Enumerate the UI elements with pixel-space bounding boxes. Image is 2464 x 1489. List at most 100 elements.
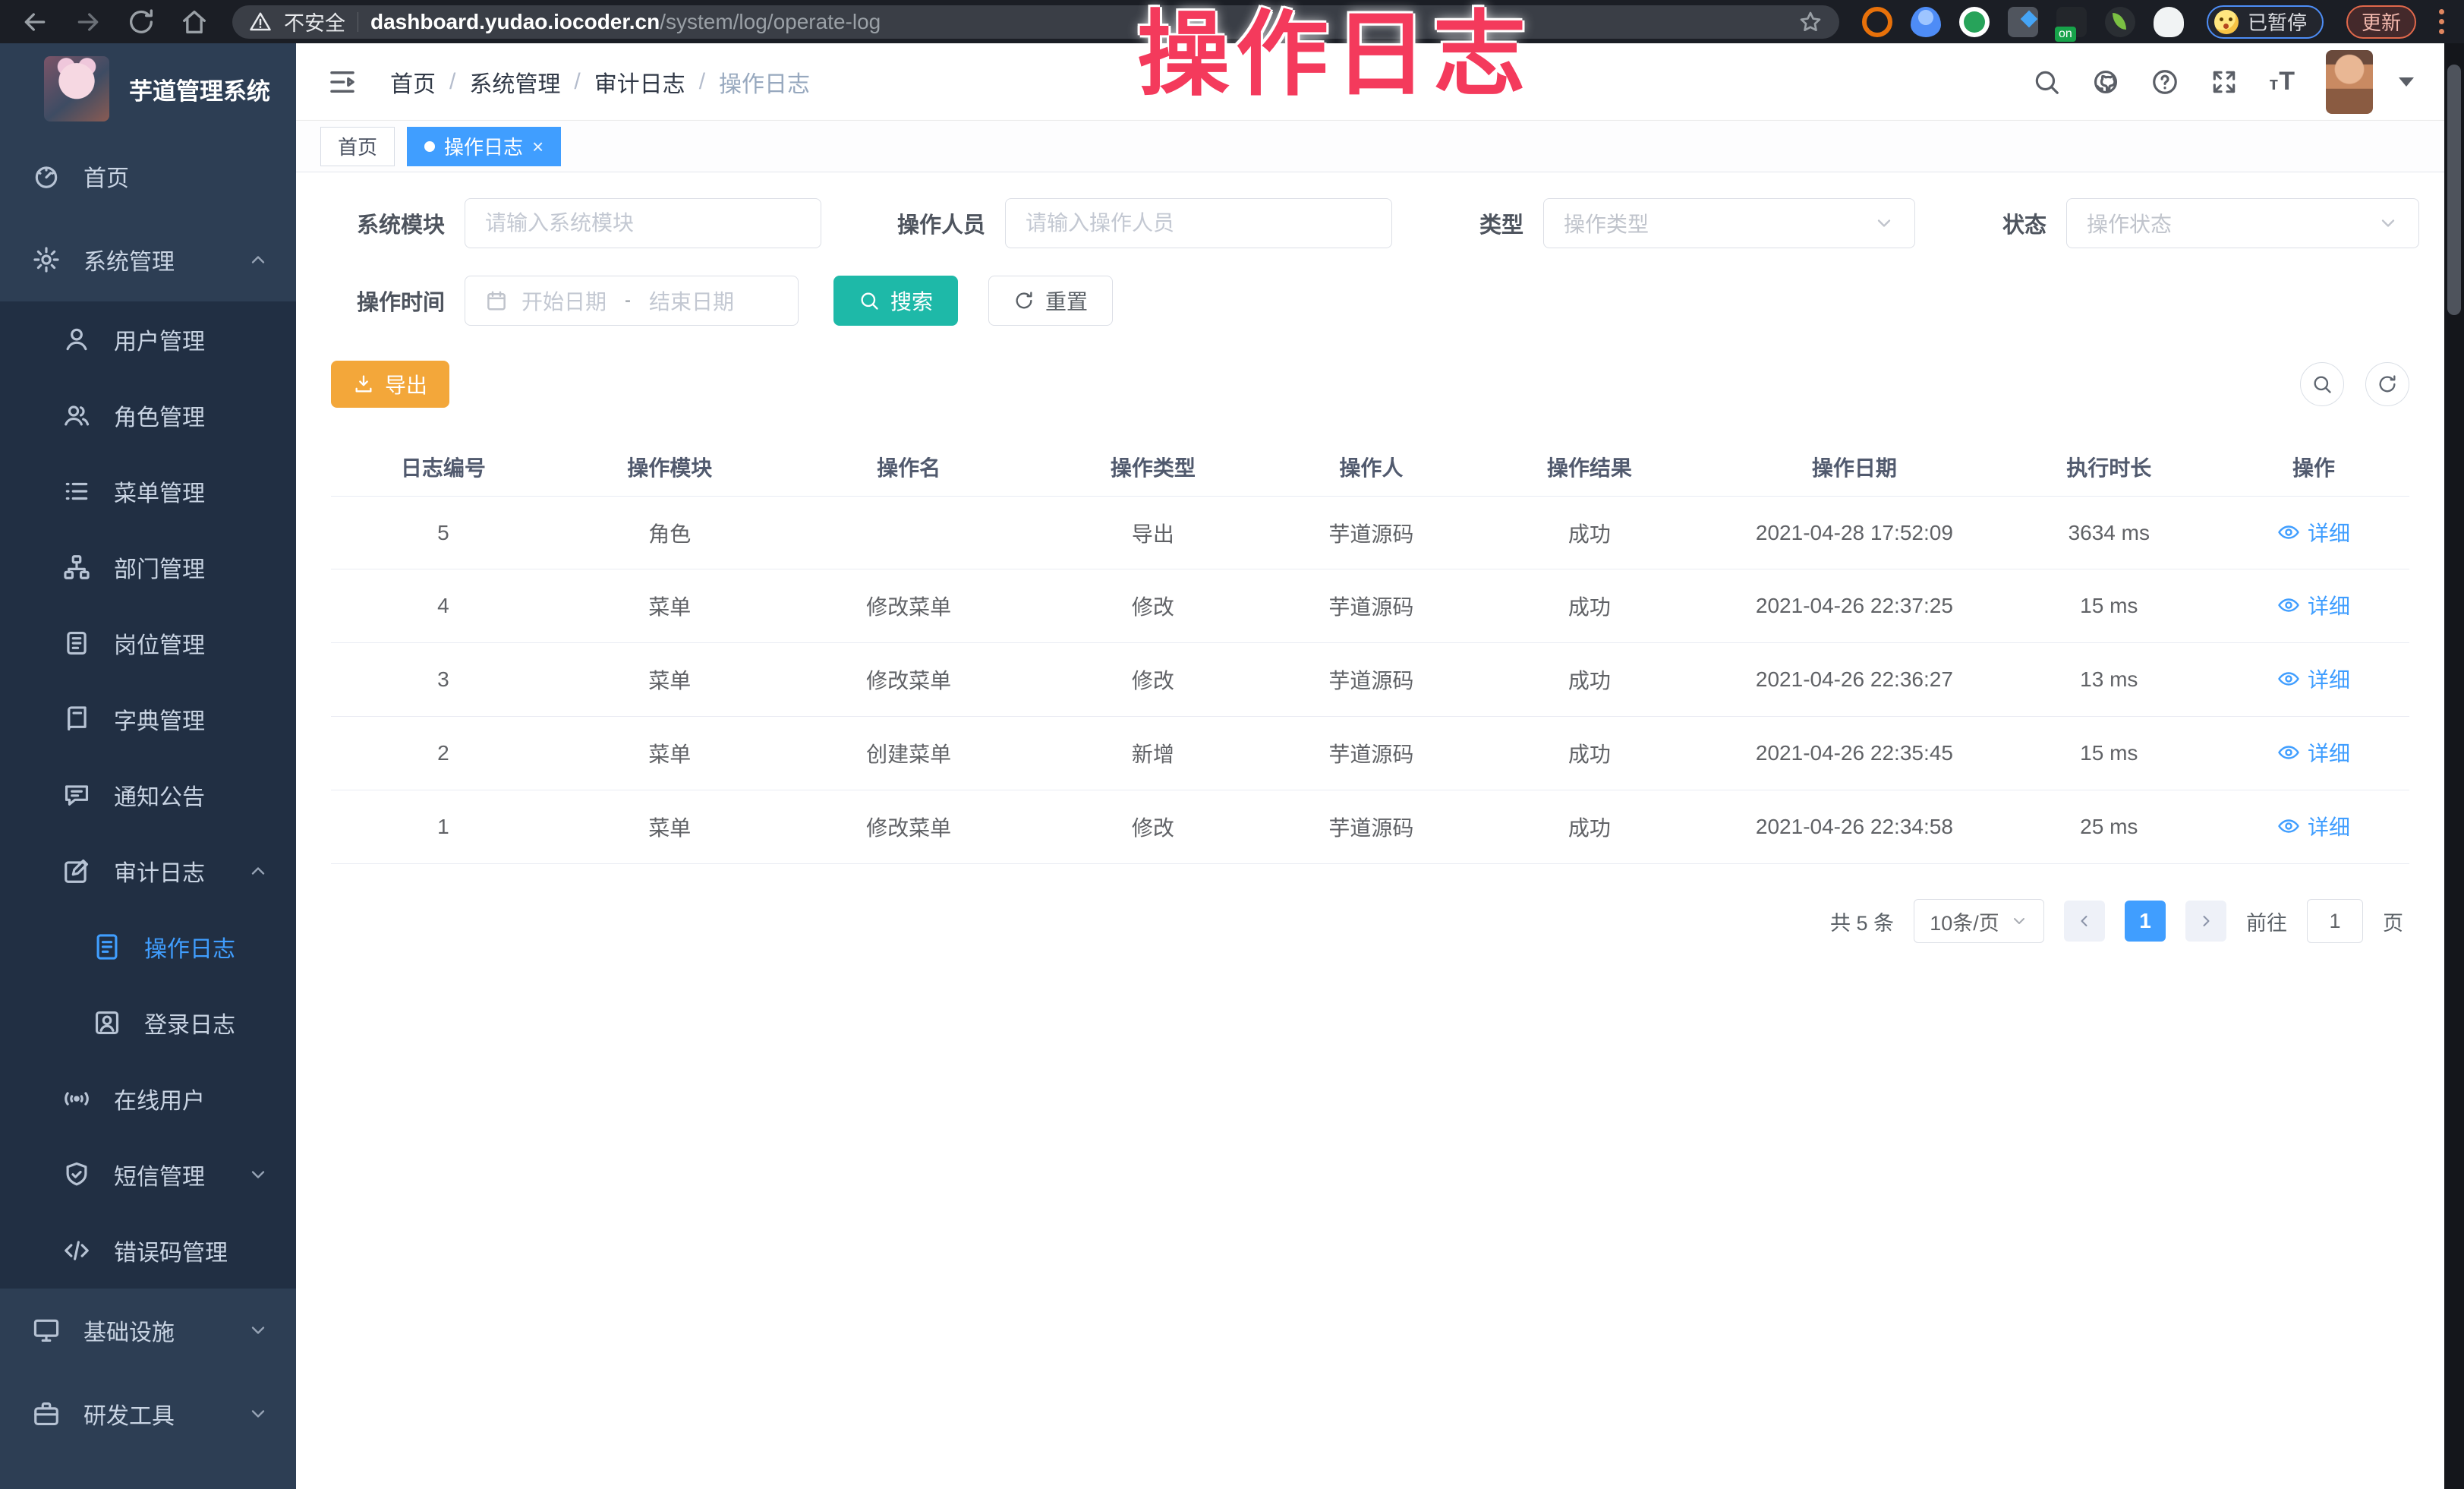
page-size-select[interactable]: 10条/页 (1914, 899, 2044, 943)
back-icon[interactable] (20, 7, 50, 37)
profile-paused-pill[interactable]: 已暂停 (2207, 5, 2324, 39)
table-body: 5 角色 导出 芋道源码 成功 2021-04-28 17:52:09 3634… (331, 496, 2409, 864)
breadcrumb-item[interactable]: 系统管理 (469, 65, 560, 99)
cell-operator: 芋道源码 (1272, 518, 1470, 548)
switch-on-extension-icon[interactable] (2056, 7, 2087, 37)
type-select[interactable]: 操作类型 (1543, 198, 1915, 248)
cell-log-id: 5 (331, 521, 556, 545)
detail-link[interactable]: 详细 (2277, 811, 2350, 841)
search-icon[interactable] (2032, 68, 2061, 96)
sidebar-item-online-users[interactable]: 在线用户 (0, 1061, 296, 1137)
tag-home[interactable]: 首页 (320, 127, 395, 166)
detail-link-label: 详细 (2308, 737, 2350, 768)
sidebar-item-operate-log[interactable]: 操作日志 (0, 909, 296, 985)
gear-icon (32, 245, 61, 274)
breadcrumb-item[interactable]: 首页 (390, 65, 436, 99)
address-bar[interactable]: 不安全 dashboard.yudao.iocoder.cn/system/lo… (232, 5, 1839, 39)
online-users-icon (62, 1084, 91, 1113)
scrollbar-thumb[interactable] (2447, 65, 2461, 315)
cell-actions: 详细 (2218, 517, 2409, 549)
url-host: dashboard.yudao.iocoder.cn (370, 10, 660, 33)
sidebar-item-label: 部门管理 (114, 550, 205, 584)
sidebar-item-menu[interactable]: 菜单管理 (0, 453, 296, 529)
col-date: 操作日期 (1709, 452, 1999, 482)
sidebar-item-notice[interactable]: 通知公告 (0, 757, 296, 833)
org-tree-icon (62, 553, 91, 582)
tags-view-bar: 首页 操作日志 × (296, 121, 2444, 172)
browser-scrollbar[interactable] (2444, 43, 2464, 1489)
browser-menu-icon[interactable] (2439, 9, 2444, 34)
refresh-table-button[interactable] (2365, 362, 2409, 406)
sidebar-item-dept[interactable]: 部门管理 (0, 529, 296, 605)
forward-icon[interactable] (73, 7, 103, 37)
cell-date: 2021-04-26 22:36:27 (1709, 667, 1999, 692)
fullscreen-icon[interactable] (2210, 68, 2239, 96)
sidebar-logo-row[interactable]: 芋道管理系统 (0, 43, 296, 134)
close-tag-icon[interactable]: × (532, 137, 544, 156)
blue-gem-extension-icon[interactable] (2008, 7, 2038, 37)
status-select[interactable]: 操作状态 (2066, 198, 2419, 248)
app-title: 芋道管理系统 (129, 72, 270, 106)
font-size-icon[interactable]: тT (2269, 67, 2295, 96)
reload-icon[interactable] (126, 7, 156, 37)
sms-icon (62, 1160, 91, 1189)
date-range-picker[interactable]: 开始日期 - 结束日期 (465, 276, 799, 326)
sidebar-item-audit-log[interactable]: 审计日志 (0, 833, 296, 909)
tag-operate-log[interactable]: 操作日志 × (407, 127, 561, 166)
next-page-button[interactable] (2185, 901, 2226, 942)
end-date-placeholder: 结束日期 (649, 285, 734, 316)
orange-ring-extension-icon[interactable] (1862, 7, 1892, 37)
eye-icon (2277, 521, 2300, 544)
current-page-button[interactable]: 1 (2125, 901, 2166, 942)
sidebar-item-sms[interactable]: 短信管理 (0, 1137, 296, 1213)
tag-label: 操作日志 (444, 132, 523, 160)
prev-page-button[interactable] (2064, 901, 2105, 942)
logo-rabbit-avatar (44, 56, 109, 121)
blue-drop-extension-icon[interactable] (1911, 7, 1941, 37)
breadcrumb-item[interactable]: 审计日志 (594, 65, 685, 99)
sidebar-item-system[interactable]: 系统管理 (0, 218, 296, 301)
eye-icon (2277, 667, 2300, 690)
cell-operator: 芋道源码 (1272, 738, 1470, 768)
bookmark-star-icon[interactable] (1798, 10, 1823, 34)
sidebar-item-home[interactable]: 首页 (0, 134, 296, 218)
github-icon[interactable] (2091, 68, 2120, 96)
table-toolbar: 导出 (331, 361, 2409, 408)
search-button[interactable]: 搜索 (833, 276, 958, 326)
detail-link[interactable]: 详细 (2277, 517, 2350, 547)
green-leaf-extension-icon[interactable] (2105, 7, 2135, 37)
sidebar-item-error-code[interactable]: 错误码管理 (0, 1213, 296, 1289)
green-circle-extension-icon[interactable] (1959, 7, 1990, 37)
detail-link[interactable]: 详细 (2277, 664, 2350, 694)
chevron-down-icon (2010, 912, 2028, 930)
avatar-caret-down-icon[interactable] (2399, 77, 2414, 87)
user-avatar[interactable] (2326, 50, 2373, 114)
browser-update-button[interactable]: 更新 (2346, 5, 2416, 39)
sidebar-item-user[interactable]: 用户管理 (0, 301, 296, 377)
detail-link-label: 详细 (2308, 590, 2350, 620)
app: 芋道管理系统 首页 系统管理 用户管理 角色管理 菜单管理 部门管理 岗位管理 … (0, 43, 2444, 1489)
sidebar-item-role[interactable]: 角色管理 (0, 377, 296, 453)
cell-result: 成功 (1470, 738, 1709, 768)
goto-page-input[interactable] (2307, 899, 2363, 943)
sidebar-item-dict[interactable]: 字典管理 (0, 681, 296, 757)
sidebar-item-devtools[interactable]: 研发工具 (0, 1372, 296, 1456)
reset-button[interactable]: 重置 (988, 276, 1113, 326)
sidebar-item-label: 错误码管理 (114, 1234, 228, 1267)
collapse-sidebar-icon[interactable] (326, 66, 358, 98)
sidebar-item-post[interactable]: 岗位管理 (0, 605, 296, 681)
sidebar-item-infra[interactable]: 基础设施 (0, 1289, 296, 1372)
home-icon[interactable] (179, 7, 210, 37)
detail-link[interactable]: 详细 (2277, 737, 2350, 768)
update-label: 更新 (2362, 8, 2401, 36)
white-figure-extension-icon[interactable] (2154, 7, 2184, 37)
detail-link[interactable]: 详细 (2277, 590, 2350, 620)
export-button[interactable]: 导出 (331, 361, 449, 408)
cell-date: 2021-04-26 22:35:45 (1709, 741, 1999, 765)
module-input[interactable] (485, 211, 801, 235)
toggle-search-button[interactable] (2300, 362, 2344, 406)
sidebar-item-login-log[interactable]: 登录日志 (0, 985, 296, 1061)
eye-icon (2277, 815, 2300, 838)
help-icon[interactable] (2150, 68, 2179, 96)
operator-input[interactable] (1026, 211, 1372, 235)
